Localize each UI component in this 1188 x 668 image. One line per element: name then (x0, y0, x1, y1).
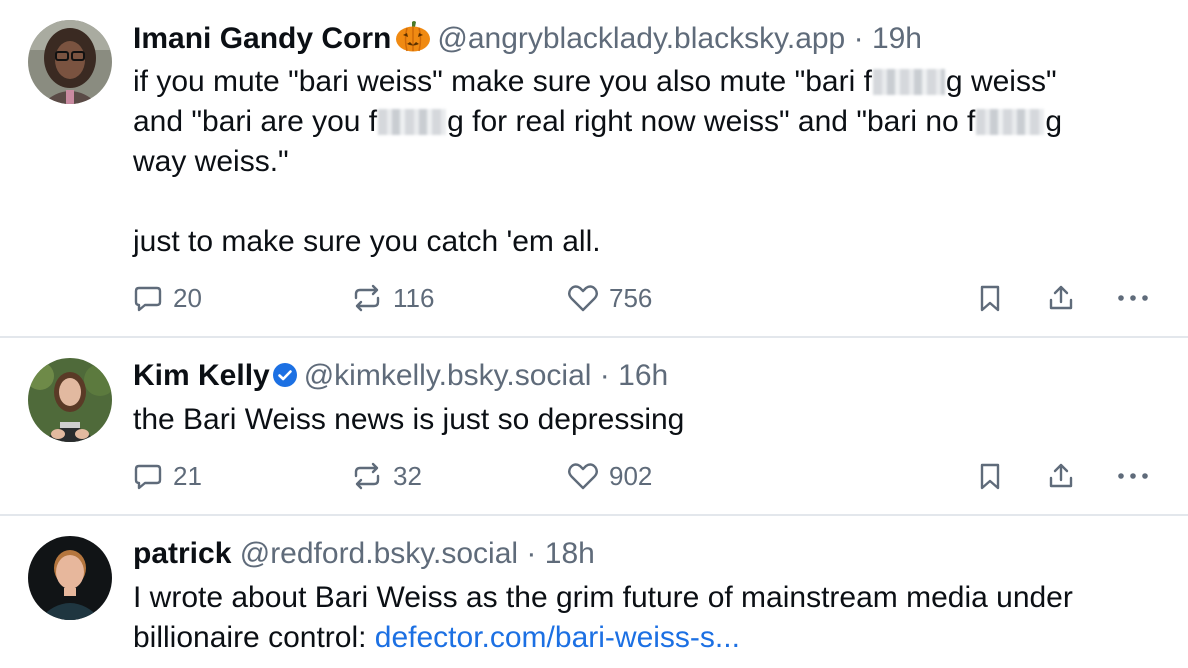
timestamp[interactable]: 18h (545, 537, 595, 570)
article-link[interactable]: defector.com/bari-weiss-s... (375, 621, 740, 654)
post-text: the Bari Weiss news is just so depressin… (133, 400, 1158, 440)
share-icon (1049, 285, 1073, 310)
separator-dot: · (599, 359, 610, 392)
avatar[interactable] (28, 20, 112, 104)
post-header: patrick @redford.bsky.social · 18h (133, 536, 1158, 572)
reply-button[interactable]: 21 (133, 456, 202, 496)
post-text-segment: g for real right now weiss" and "bari no… (447, 105, 976, 138)
heart-icon (568, 463, 598, 490)
repost-count: 116 (393, 282, 435, 313)
bookmark-button[interactable] (976, 456, 1004, 496)
censored-text (976, 109, 1045, 135)
post-text-segment: billionaire control: (133, 621, 375, 654)
post-header: Kim Kelly @kimkelly.bsky.social · 16h (133, 358, 1158, 394)
reply-icon (134, 464, 162, 490)
repost-icon (354, 462, 380, 490)
post-header: Imani Gandy Corn @angryblacklady.blacksk… (133, 20, 1158, 56)
censored-text (872, 69, 945, 95)
post-text-line: just to make sure you catch 'em all. (133, 225, 601, 258)
post-text-segment: and "bari are you f (133, 105, 378, 138)
author-handle[interactable]: @redford.bsky.social (240, 537, 518, 570)
repost-icon (354, 284, 380, 312)
timestamp[interactable]: 16h (618, 359, 668, 392)
separator-dot: · (853, 22, 864, 55)
timestamp[interactable]: 19h (872, 22, 922, 55)
share-button[interactable] (1046, 278, 1076, 318)
author-name[interactable]: Kim Kelly (133, 359, 270, 392)
verified-badge-icon[interactable] (272, 361, 298, 397)
avatar[interactable] (28, 358, 112, 442)
avatar[interactable] (28, 536, 112, 620)
like-count: 756 (609, 282, 653, 313)
repost-button[interactable]: 116 (351, 278, 434, 318)
separator-dot: · (526, 537, 537, 570)
bookmark-button[interactable] (976, 278, 1004, 318)
post-text-line: the Bari Weiss news is just so depressin… (133, 403, 685, 436)
censored-text (378, 109, 447, 135)
author-handle[interactable]: @kimkelly.bsky.social (304, 359, 592, 392)
like-button[interactable]: 756 (567, 278, 652, 318)
reply-icon (134, 286, 162, 312)
post-actions: 21 32 902 (133, 456, 1158, 496)
post-text-segment: g (1045, 105, 1063, 138)
like-count: 902 (609, 460, 653, 491)
repost-count: 32 (393, 460, 422, 491)
post-text-line: way weiss." (133, 145, 289, 178)
author-name[interactable]: patrick (133, 537, 231, 570)
post-patrick[interactable]: patrick @redford.bsky.social · 18h I wro… (0, 516, 1188, 668)
author-name[interactable]: Imani Gandy Corn (133, 22, 391, 55)
reply-button[interactable]: 20 (133, 278, 202, 318)
heart-icon (568, 285, 598, 312)
pumpkin-emoji (395, 20, 431, 61)
more-options-button[interactable] (1116, 278, 1150, 318)
post-imani-gandy-corn[interactable]: Imani Gandy Corn @angryblacklady.blacksk… (0, 0, 1188, 336)
share-icon (1049, 463, 1073, 488)
post-actions: 20 116 756 (133, 278, 1158, 318)
bookmark-icon (980, 285, 1000, 312)
reply-count: 20 (173, 282, 202, 313)
bookmark-icon (980, 463, 1000, 490)
post-text: I wrote about Bari Weiss as the grim fut… (133, 578, 1158, 658)
more-horizontal-icon (1118, 473, 1148, 479)
post-kim-kelly[interactable]: Kim Kelly @kimkelly.bsky.social · 16h the… (0, 338, 1188, 514)
repost-button[interactable]: 32 (351, 456, 422, 496)
post-text-segment: g weiss" (945, 65, 1057, 98)
more-options-button[interactable] (1116, 456, 1150, 496)
post-text-segment: if you mute "bari weiss" make sure you a… (133, 65, 872, 98)
like-button[interactable]: 902 (567, 456, 652, 496)
reply-count: 21 (173, 460, 202, 491)
author-handle[interactable]: @angryblacklady.blacksky.app (437, 22, 845, 55)
post-text: if you mute "bari weiss" make sure you a… (133, 62, 1158, 262)
more-horizontal-icon (1118, 295, 1148, 301)
post-text-line: I wrote about Bari Weiss as the grim fut… (133, 581, 1073, 614)
share-button[interactable] (1046, 456, 1076, 496)
